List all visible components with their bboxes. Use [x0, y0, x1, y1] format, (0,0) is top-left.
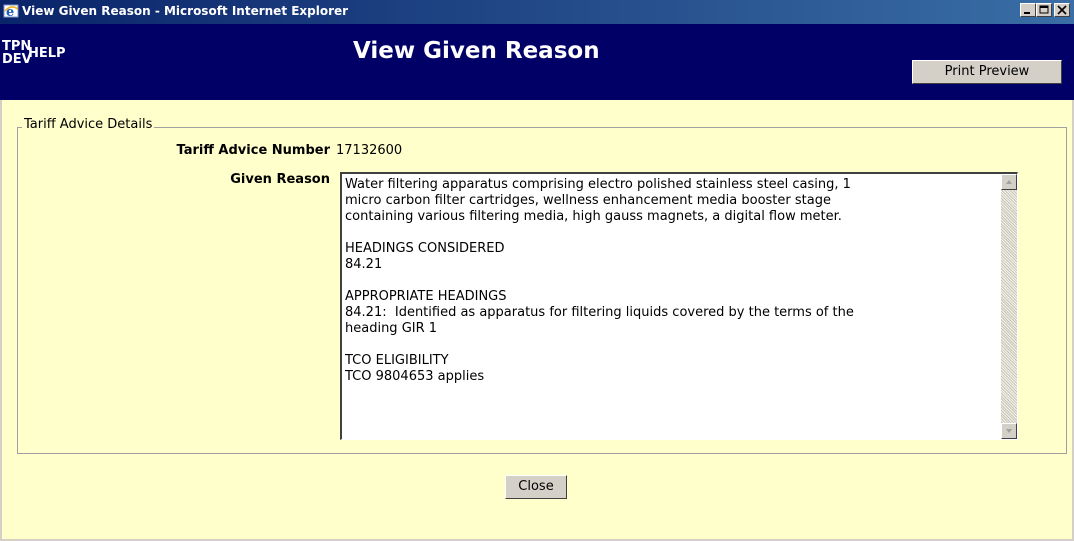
minimize-icon[interactable]: [1020, 3, 1036, 17]
print-preview-button[interactable]: Print Preview: [912, 60, 1062, 84]
logo-line-dev: DEV: [2, 52, 32, 67]
scroll-down-icon[interactable]: [1001, 423, 1017, 439]
window-title: View Given Reason - Microsoft Internet E…: [22, 4, 349, 18]
tariff-advice-number-label: Tariff Advice Number: [176, 143, 330, 158]
close-icon[interactable]: [1054, 3, 1070, 17]
help-link[interactable]: HELP: [28, 46, 66, 61]
vertical-scrollbar[interactable]: [1001, 174, 1017, 439]
group-legend: Tariff Advice Details: [22, 117, 155, 132]
given-reason-text[interactable]: Water filtering apparatus comprising ele…: [345, 177, 985, 385]
maximize-icon[interactable]: [1036, 3, 1052, 17]
ie-icon: e: [3, 4, 19, 20]
tariff-advice-number-value: 17132600: [336, 143, 403, 158]
app-header: TPN DEV HELP View Given Reason Print Pre…: [0, 24, 1074, 100]
scroll-up-icon[interactable]: [1001, 174, 1017, 190]
close-button[interactable]: Close: [505, 475, 567, 499]
page-title: View Given Reason: [353, 38, 600, 64]
given-reason-label: Given Reason: [230, 172, 330, 187]
window-title-bar[interactable]: e View Given Reason - Microsoft Internet…: [0, 0, 1074, 24]
window-frame-left: [0, 100, 2, 541]
given-reason-textarea[interactable]: Water filtering apparatus comprising ele…: [340, 172, 1018, 440]
tpn-dev-logo: TPN DEV: [2, 40, 32, 67]
